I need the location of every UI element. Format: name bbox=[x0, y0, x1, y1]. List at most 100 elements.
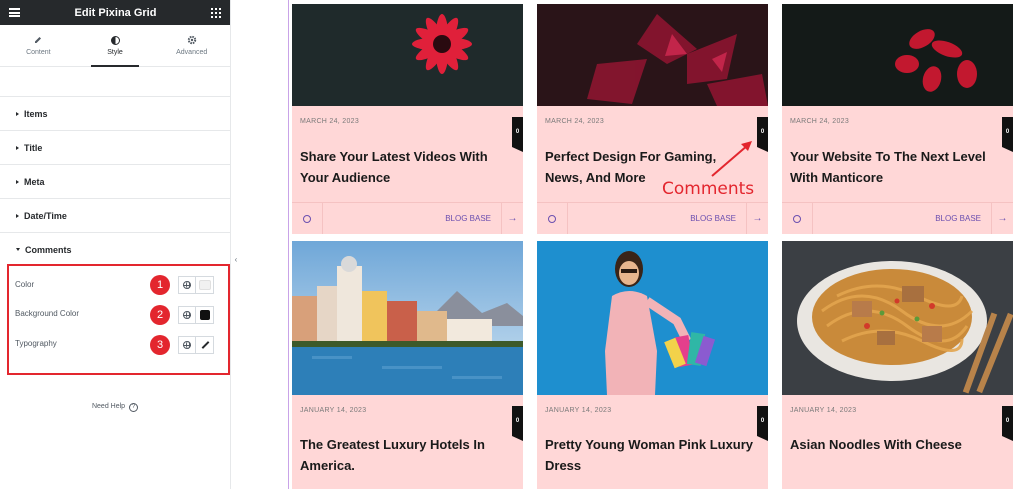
style-sections: Items Title Meta Date/Time Comments bbox=[0, 96, 230, 266]
gear-icon bbox=[187, 35, 197, 45]
section-comments[interactable]: Comments bbox=[0, 232, 230, 266]
arrow-right-icon[interactable]: → bbox=[991, 202, 1013, 234]
post-category[interactable]: BLOG BASE bbox=[568, 214, 746, 223]
typography-control bbox=[178, 336, 214, 354]
apps-grid-icon[interactable] bbox=[211, 7, 221, 18]
post-image[interactable] bbox=[782, 4, 1013, 106]
color-picker-button[interactable] bbox=[196, 276, 214, 294]
pencil-icon bbox=[200, 340, 210, 350]
control-label-color: Color bbox=[15, 280, 35, 289]
tab-label: Advanced bbox=[176, 49, 208, 56]
globe-icon bbox=[183, 341, 191, 349]
section-items[interactable]: Items bbox=[0, 96, 230, 130]
arrow-right-icon[interactable]: → bbox=[746, 202, 768, 234]
color-swatch bbox=[198, 280, 211, 290]
post-card[interactable]: MARCH 24, 2023 0 Perfect Design For Gami… bbox=[537, 4, 768, 234]
post-card[interactable]: JANUARY 14, 2023 0 The Greatest Luxury H… bbox=[292, 241, 523, 489]
edit-typography-button[interactable] bbox=[196, 336, 214, 354]
comment-count-badge[interactable]: 0 bbox=[757, 406, 768, 441]
post-footer: BLOG BASE → bbox=[292, 202, 523, 234]
globe-icon bbox=[183, 311, 191, 319]
color-picker-button[interactable] bbox=[196, 306, 214, 324]
comment-count-badge[interactable]: 0 bbox=[1002, 406, 1013, 441]
post-image[interactable] bbox=[782, 241, 1013, 395]
post-footer: BLOG BASE → bbox=[782, 202, 1013, 234]
post-title[interactable]: Pretty Young Woman Pink Luxury Dress bbox=[545, 434, 756, 476]
need-help-link[interactable]: Need Help ? bbox=[0, 403, 230, 412]
post-card[interactable]: MARCH 24, 2023 0 Share Your Latest Video… bbox=[292, 4, 523, 234]
post-category[interactable]: BLOG BASE bbox=[813, 214, 991, 223]
tab-label: Style bbox=[107, 49, 123, 56]
chevron-left-icon: ‹ bbox=[234, 254, 238, 264]
post-card[interactable]: JANUARY 14, 2023 0 Pretty Young Woman Pi… bbox=[537, 241, 768, 489]
section-label: Comments bbox=[25, 244, 72, 255]
step-badge: 2 bbox=[150, 305, 170, 325]
post-date: JANUARY 14, 2023 bbox=[300, 407, 367, 414]
comment-count-badge[interactable]: 0 bbox=[757, 117, 768, 152]
section-title[interactable]: Title bbox=[0, 130, 230, 164]
settings-panel: Edit Pixina Grid Content Style Advanced bbox=[0, 0, 231, 489]
post-date: JANUARY 14, 2023 bbox=[790, 407, 857, 414]
question-icon: ? bbox=[129, 403, 139, 412]
pencil-icon bbox=[33, 35, 43, 45]
comment-count-badge[interactable]: 0 bbox=[512, 406, 523, 441]
post-date: MARCH 24, 2023 bbox=[300, 118, 360, 125]
post-title[interactable]: The Greatest Luxury Hotels In America. bbox=[300, 434, 511, 476]
post-image[interactable] bbox=[292, 4, 523, 106]
color-control bbox=[178, 276, 214, 294]
post-title[interactable]: Your Website To The Next Level With Mant… bbox=[790, 146, 1001, 188]
comment-count-badge[interactable]: 0 bbox=[512, 117, 523, 152]
post-image[interactable] bbox=[537, 4, 768, 106]
collapse-panel-button[interactable]: ‹ bbox=[231, 248, 241, 270]
panel-title: Edit Pixina Grid bbox=[74, 6, 157, 19]
tab-style[interactable]: Style bbox=[77, 25, 154, 67]
tab-advanced[interactable]: Advanced bbox=[153, 25, 230, 66]
control-label-background-color: Background Color bbox=[15, 309, 80, 318]
post-image[interactable] bbox=[292, 241, 523, 395]
post-date: JANUARY 14, 2023 bbox=[545, 407, 612, 414]
post-category[interactable]: BLOG BASE bbox=[323, 214, 501, 223]
post-title[interactable]: Share Your Latest Videos With Your Audie… bbox=[300, 146, 511, 188]
section-date-time[interactable]: Date/Time bbox=[0, 198, 230, 232]
section-label: Meta bbox=[24, 176, 45, 187]
tab-content[interactable]: Content bbox=[0, 25, 77, 66]
editor-screen: Edit Pixina Grid Content Style Advanced bbox=[0, 0, 1024, 489]
section-label: Title bbox=[24, 142, 43, 153]
global-typography-button[interactable] bbox=[178, 336, 196, 354]
caret-down-icon bbox=[16, 248, 20, 251]
background-color-control bbox=[178, 306, 214, 324]
global-color-button[interactable] bbox=[178, 276, 196, 294]
comments-controls-highlight: Color 1 Background Color 2 Typography 3 bbox=[7, 264, 230, 375]
caret-right-icon bbox=[16, 179, 19, 184]
author-icon[interactable] bbox=[292, 202, 323, 234]
tab-label: Content bbox=[26, 49, 51, 56]
arrow-right-icon[interactable]: → bbox=[501, 202, 523, 234]
post-footer: BLOG BASE → bbox=[537, 202, 768, 234]
author-icon[interactable] bbox=[537, 202, 568, 234]
section-label: Items bbox=[24, 108, 48, 119]
post-date: MARCH 24, 2023 bbox=[545, 118, 605, 125]
caret-right-icon bbox=[16, 111, 19, 116]
contrast-icon bbox=[110, 35, 120, 45]
global-color-button[interactable] bbox=[178, 306, 196, 324]
step-badge: 1 bbox=[150, 275, 170, 295]
post-date: MARCH 24, 2023 bbox=[790, 118, 850, 125]
color-swatch bbox=[199, 310, 210, 320]
comment-count-badge[interactable]: 0 bbox=[1002, 117, 1013, 152]
control-label-typography: Typography bbox=[15, 339, 57, 348]
post-grid: MARCH 24, 2023 0 Share Your Latest Video… bbox=[288, 0, 1024, 489]
step-badge: 3 bbox=[150, 335, 170, 355]
post-card[interactable]: MARCH 24, 2023 0 Your Website To The Nex… bbox=[782, 4, 1013, 234]
annotation-label: Comments bbox=[662, 179, 755, 199]
post-title[interactable]: Asian Noodles With Cheese bbox=[790, 434, 1001, 455]
caret-right-icon bbox=[16, 213, 19, 218]
section-meta[interactable]: Meta bbox=[0, 164, 230, 198]
globe-icon bbox=[183, 281, 191, 289]
author-icon[interactable] bbox=[782, 202, 813, 234]
post-card[interactable]: JANUARY 14, 2023 0 Asian Noodles With Ch… bbox=[782, 241, 1013, 489]
section-label: Date/Time bbox=[24, 210, 67, 221]
post-image[interactable] bbox=[537, 241, 768, 395]
panel-header: Edit Pixina Grid bbox=[0, 0, 230, 25]
hamburger-menu-icon[interactable] bbox=[9, 8, 20, 17]
panel-tabs: Content Style Advanced bbox=[0, 25, 230, 67]
